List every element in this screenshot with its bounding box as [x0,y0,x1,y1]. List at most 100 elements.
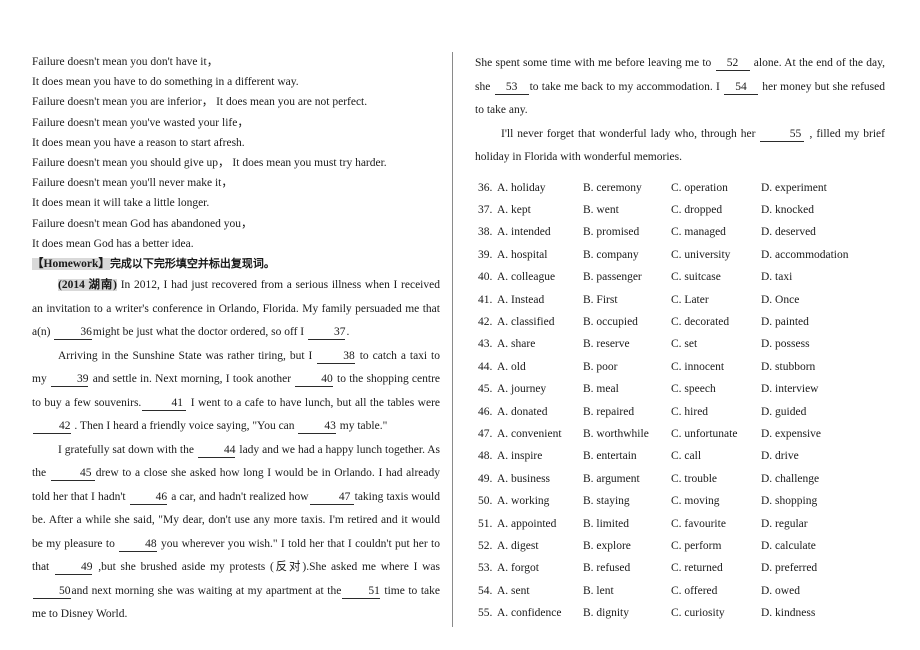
option-choice-d[interactable]: D. possess [761,333,810,355]
blank-42[interactable]: 42 [33,420,71,435]
option-choice-d[interactable]: D. Once [761,289,799,311]
option-choice-d[interactable]: D. regular [761,513,808,535]
blank-38[interactable]: 38 [317,350,355,364]
blank-36[interactable]: 36 [54,326,92,341]
option-choice-a[interactable]: A. forgot [497,557,583,579]
option-choice-a[interactable]: A. digest [497,535,583,557]
blank-51[interactable]: 51 [342,585,380,599]
option-choice-c[interactable]: C. university [671,244,761,266]
option-choice-a[interactable]: A. hospital [497,244,583,266]
option-choice-a[interactable]: A. classified [497,311,583,333]
option-choice-a[interactable]: A. confidence [497,602,583,624]
option-choice-c[interactable]: C. operation [671,177,761,199]
option-choice-c[interactable]: C. hired [671,401,761,423]
option-choice-b[interactable]: B. First [583,289,671,311]
blank-44[interactable]: 44 [197,444,236,458]
option-choice-a[interactable]: A. colleague [497,266,583,288]
option-choice-d[interactable]: D. deserved [761,221,816,243]
option-choice-a[interactable]: A. holiday [497,177,583,199]
option-choice-b[interactable]: B. staying [583,490,671,512]
blank-54[interactable]: 54 [724,81,759,95]
option-choice-b[interactable]: B. dignity [583,602,671,624]
blank-49[interactable]: 49 [54,561,93,576]
blank-45[interactable]: 45 [50,467,95,482]
option-choice-b[interactable]: B. refused [583,557,671,579]
option-choice-c[interactable]: C. unfortunate [671,423,761,445]
blank-41[interactable]: 41 [142,397,187,411]
option-choice-b[interactable]: B. lent [583,580,671,602]
blank-40[interactable]: 40 [295,373,333,388]
blank-46[interactable]: 46 [129,491,168,505]
option-choice-c[interactable]: C. trouble [671,468,761,490]
blank-52[interactable]: 52 [715,57,750,71]
option-choice-b[interactable]: B. poor [583,356,671,378]
option-choice-c[interactable]: C. moving [671,490,761,512]
option-choice-a[interactable]: A. donated [497,401,583,423]
option-choice-c[interactable]: C. speech [671,378,761,400]
option-choice-a[interactable]: A. appointed [497,513,583,535]
option-choice-d[interactable]: D. stubborn [761,356,815,378]
option-choice-c[interactable]: C. suitcase [671,266,761,288]
option-choice-b[interactable]: B. limited [583,513,671,535]
option-choice-d[interactable]: D. calculate [761,535,816,557]
option-choice-a[interactable]: A. Instead [497,289,583,311]
option-choice-b[interactable]: B. company [583,244,671,266]
option-choice-c[interactable]: C. Later [671,289,761,311]
option-choice-d[interactable]: D. knocked [761,199,814,221]
blank-48[interactable]: 48 [119,538,157,552]
option-choice-a[interactable]: A. inspire [497,445,583,467]
option-choice-d[interactable]: D. owed [761,580,800,602]
option-choice-b[interactable]: B. entertain [583,445,671,467]
option-choice-b[interactable]: B. meal [583,378,671,400]
option-choice-b[interactable]: B. explore [583,535,671,557]
option-choice-d[interactable]: D. expensive [761,423,821,445]
option-choice-a[interactable]: A. journey [497,378,583,400]
blank-47[interactable]: 47 [309,491,354,505]
option-choice-c[interactable]: C. dropped [671,199,761,221]
option-choice-c[interactable]: C. set [671,333,761,355]
blank-53[interactable]: 53 [494,81,529,95]
option-choice-c[interactable]: C. call [671,445,761,467]
option-choice-d[interactable]: D. preferred [761,557,817,579]
option-choice-c[interactable]: C. perform [671,535,761,557]
option-choice-b[interactable]: B. went [583,199,671,221]
option-choice-c[interactable]: C. curiosity [671,602,761,624]
option-choice-c[interactable]: C. offered [671,580,761,602]
option-choice-a[interactable]: A. old [497,356,583,378]
option-choice-c[interactable]: C. decorated [671,311,761,333]
option-choice-a[interactable]: A. working [497,490,583,512]
option-choice-d[interactable]: D. shopping [761,490,817,512]
option-choice-b[interactable]: B. occupied [583,311,671,333]
option-choice-d[interactable]: D. interview [761,378,818,400]
option-choice-c[interactable]: C. managed [671,221,761,243]
option-choice-a[interactable]: A. share [497,333,583,355]
option-choice-b[interactable]: B. reserve [583,333,671,355]
option-choice-b[interactable]: B. argument [583,468,671,490]
option-choice-d[interactable]: D. painted [761,311,809,333]
option-choice-a[interactable]: A. intended [497,221,583,243]
option-choice-d[interactable]: D. taxi [761,266,792,288]
option-choice-a[interactable]: A. sent [497,580,583,602]
option-choice-c[interactable]: C. favourite [671,513,761,535]
option-choice-b[interactable]: B. repaired [583,401,671,423]
blank-37[interactable]: 37 [307,326,346,341]
option-choice-d[interactable]: D. experiment [761,177,827,199]
option-choice-d[interactable]: D. kindness [761,602,815,624]
option-choice-b[interactable]: B. promised [583,221,671,243]
option-choice-d[interactable]: D. challenge [761,468,819,490]
option-choice-b[interactable]: B. worthwhile [583,423,671,445]
option-choice-b[interactable]: B. passenger [583,266,671,288]
option-choice-a[interactable]: A. kept [497,199,583,221]
option-choice-a[interactable]: A. business [497,468,583,490]
option-choice-d[interactable]: D. guided [761,401,806,423]
blank-50[interactable]: 50 [33,585,71,599]
option-choice-c[interactable]: C. innocent [671,356,761,378]
blank-43[interactable]: 43 [298,420,336,435]
blank-55[interactable]: 55 [760,128,805,142]
blank-39[interactable]: 39 [50,373,89,388]
option-choice-c[interactable]: C. returned [671,557,761,579]
option-choice-b[interactable]: B. ceremony [583,177,671,199]
option-choice-d[interactable]: D. drive [761,445,799,467]
option-choice-d[interactable]: D. accommodation [761,244,849,266]
option-choice-a[interactable]: A. convenient [497,423,583,445]
